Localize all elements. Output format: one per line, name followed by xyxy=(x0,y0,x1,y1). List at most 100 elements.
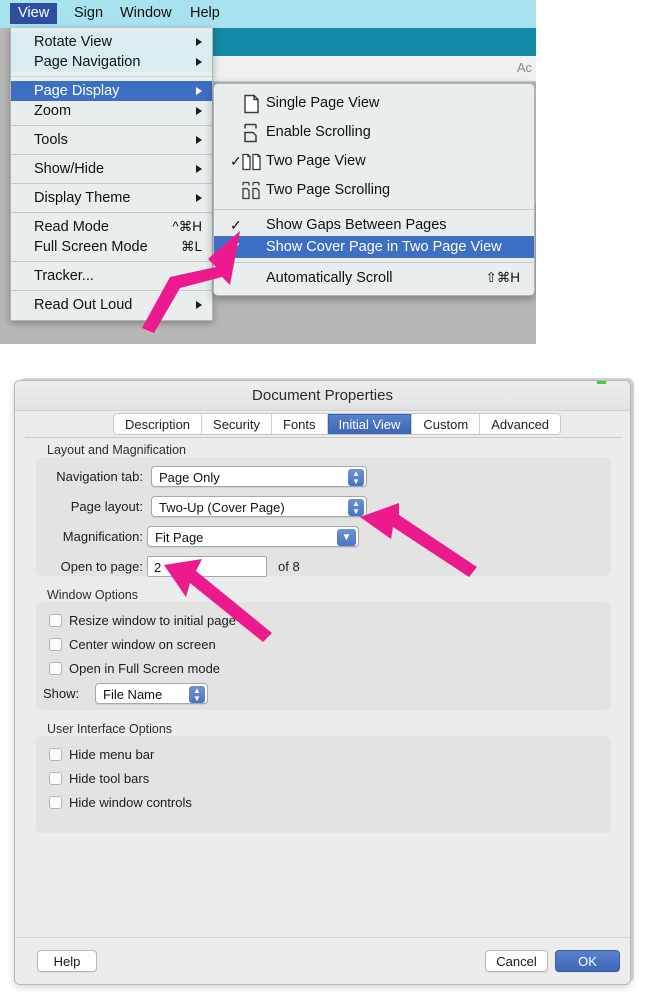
navigation-tab-popup[interactable]: Page Only ▲ ▼ xyxy=(151,466,367,487)
submenu-item-single-page-view[interactable]: Single Page View xyxy=(214,89,534,118)
chevron-down-icon[interactable]: ▼ xyxy=(337,529,356,546)
menu-separator xyxy=(11,76,212,77)
page-layout-popup[interactable]: Two-Up (Cover Page) ▲ ▼ xyxy=(151,496,367,517)
menu-item-label: Zoom xyxy=(34,103,72,119)
menu-item-read-out-loud[interactable]: Read Out Loud xyxy=(11,295,212,315)
menu-separator xyxy=(11,212,212,213)
tab-fonts[interactable]: Fonts xyxy=(272,414,328,434)
checkbox-input[interactable] xyxy=(49,614,62,627)
menu-item-display-theme[interactable]: Display Theme xyxy=(11,188,212,208)
menu-item-page-navigation[interactable]: Page Navigation xyxy=(11,52,212,72)
cancel-button[interactable]: Cancel xyxy=(485,950,548,972)
submenu-arrow-icon xyxy=(196,38,202,46)
checkbox-input[interactable] xyxy=(49,748,62,761)
ok-button[interactable]: OK xyxy=(555,950,620,972)
screenshot-root: View Sign Window Help Ac Rotate View Pag… xyxy=(0,0,645,999)
group-label-window-options: Window Options xyxy=(47,588,139,602)
checkbox-label: Hide menu bar xyxy=(69,747,155,762)
checkbox-input[interactable] xyxy=(49,638,62,651)
menu-item-label: Display Theme xyxy=(34,190,131,206)
submenu-item-show-cover-page-in-two-page-view[interactable]: ✓ Show Cover Page in Two Page View xyxy=(214,236,534,258)
submenu-arrow-icon xyxy=(196,107,202,115)
checkbox-label: Hide window controls xyxy=(69,795,192,810)
green-marker-dot xyxy=(597,381,606,384)
menu-item-shortcut: ⌘L xyxy=(180,239,202,254)
checkbox-input[interactable] xyxy=(49,796,62,809)
stepper-icon[interactable]: ▲ ▼ xyxy=(348,469,364,486)
checkbox-input[interactable] xyxy=(49,772,62,785)
menu-bar-item-window[interactable]: Window xyxy=(112,3,180,24)
open-to-page-input[interactable]: 2 xyxy=(147,556,267,577)
menu-item-page-display[interactable]: Page Display xyxy=(11,81,212,101)
open-to-page-value: 2 xyxy=(154,560,162,575)
submenu-item-two-page-scrolling[interactable]: Two Page Scrolling xyxy=(214,176,534,205)
menu-item-label: Read Mode xyxy=(34,219,109,235)
help-button[interactable]: Help xyxy=(37,950,97,972)
menu-item-label: Rotate View xyxy=(34,34,112,50)
menu-item-label: Tools xyxy=(34,132,68,148)
menu-separator xyxy=(11,125,212,126)
menu-item-full-screen-mode[interactable]: Full Screen Mode ⌘L xyxy=(11,237,212,257)
submenu-arrow-icon xyxy=(196,87,202,95)
submenu-item-label: Enable Scrolling xyxy=(266,124,371,140)
checkmark-icon: ✓ xyxy=(230,239,242,255)
menu-bar-item-sign[interactable]: Sign xyxy=(66,3,111,24)
group-label-user-interface-options: User Interface Options xyxy=(47,722,173,736)
menu-bar: View Sign Window Help xyxy=(0,0,536,28)
menu-item-tracker[interactable]: Tracker... xyxy=(11,266,212,286)
label-navigation-tab: Navigation tab: xyxy=(56,469,143,484)
menu-item-show-hide[interactable]: Show/Hide xyxy=(11,159,212,179)
label-show: Show: xyxy=(43,686,80,701)
show-value: File Name xyxy=(103,687,163,702)
menu-item-rotate-view[interactable]: Rotate View xyxy=(11,32,212,52)
app-name-label: Ac xyxy=(516,60,532,75)
menu-item-label: Page Display xyxy=(34,83,120,99)
show-popup[interactable]: File Name ▲ ▼ xyxy=(95,683,208,704)
stepper-icon[interactable]: ▲ ▼ xyxy=(189,686,205,703)
menu-item-label: Full Screen Mode xyxy=(34,239,148,255)
checkmark-icon: ✓ xyxy=(230,153,242,169)
open-to-page-total: of 8 xyxy=(278,559,300,574)
menu-bar-item-help[interactable]: Help xyxy=(182,3,228,24)
stepper-icon[interactable]: ▲ ▼ xyxy=(348,499,364,516)
menu-item-tools[interactable]: Tools xyxy=(11,130,212,150)
tab-custom[interactable]: Custom xyxy=(412,414,481,434)
menu-item-label: Page Navigation xyxy=(34,54,141,70)
magnification-popup[interactable]: Fit Page ▼ xyxy=(147,526,359,547)
tab-security[interactable]: Security xyxy=(202,414,272,434)
menu-separator xyxy=(11,154,212,155)
dialog-footer: Help Cancel OK xyxy=(15,937,630,984)
checkbox-label: Hide tool bars xyxy=(69,771,150,786)
document-properties-dialog: Document Properties Description Security… xyxy=(14,380,631,985)
menu-item-zoom[interactable]: Zoom xyxy=(11,101,212,121)
submenu-item-label: Single Page View xyxy=(266,95,380,111)
menu-item-label: Read Out Loud xyxy=(34,297,133,313)
submenu-separator xyxy=(214,262,534,263)
tab-advanced[interactable]: Advanced xyxy=(480,414,561,434)
menu-item-read-mode[interactable]: Read Mode ^⌘H xyxy=(11,217,212,237)
menu-separator xyxy=(11,290,212,291)
checkbox-label: Open in Full Screen mode xyxy=(69,661,221,676)
label-magnification: Magnification: xyxy=(62,529,143,544)
two-page-icon xyxy=(242,152,262,171)
submenu-item-label: Two Page Scrolling xyxy=(266,182,391,198)
menu-separator xyxy=(11,261,212,262)
checkbox-input[interactable] xyxy=(49,662,62,675)
single-page-icon xyxy=(242,94,262,113)
tab-description[interactable]: Description xyxy=(114,414,203,434)
submenu-item-label: Show Cover Page in Two Page View xyxy=(266,239,502,255)
submenu-item-show-gaps-between-pages[interactable]: ✓ Show Gaps Between Pages xyxy=(214,214,534,236)
page-display-submenu: Single Page View Enable Scrolling ✓ Two … xyxy=(213,83,535,296)
checkmark-icon: ✓ xyxy=(230,217,242,233)
menu-bar-item-view[interactable]: View xyxy=(10,3,58,24)
label-open-to-page: Open to page: xyxy=(60,559,143,574)
enable-scrolling-icon xyxy=(242,123,262,142)
submenu-item-enable-scrolling[interactable]: Enable Scrolling xyxy=(214,118,534,147)
submenu-item-two-page-view[interactable]: ✓ Two Page View xyxy=(214,147,534,176)
app-toolbar-secondary-strip xyxy=(211,56,536,82)
acrobat-menu-screenshot: View Sign Window Help Ac Rotate View Pag… xyxy=(0,0,536,344)
tab-initial-view[interactable]: Initial View xyxy=(327,414,413,434)
submenu-item-automatically-scroll[interactable]: Automatically Scroll ⇧⌘H xyxy=(214,267,534,289)
two-page-scrolling-icon xyxy=(242,181,262,200)
checkbox-label: Resize window to initial page xyxy=(69,613,236,628)
